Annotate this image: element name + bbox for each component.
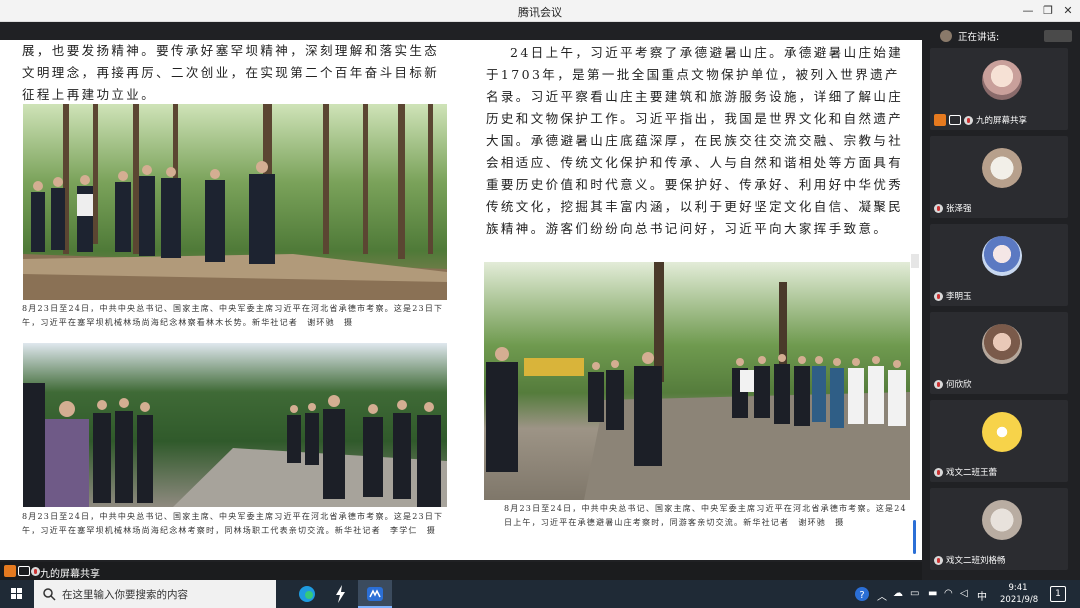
mic-icon xyxy=(934,203,943,213)
title-bar: 腾讯会议 — ❐ ✕ xyxy=(0,0,1080,22)
caption-photo-1: 8月23日至24日，中共中央总书记、国家主席、中央军委主席习近平在河北省承德市考… xyxy=(22,304,444,327)
participant-name: 张泽强 xyxy=(946,204,972,214)
caption-photo-2: 8月23日至24日，中共中央总书记、国家主席、中央军委主席习近平在河北省承德市考… xyxy=(22,512,444,535)
participant-tile[interactable]: 戏文二班王蕾 xyxy=(930,400,1068,482)
mic-icon xyxy=(964,115,973,125)
mic-icon xyxy=(934,555,943,565)
shared-screen-area: 展，也要发扬精神。要传承好塞罕坝精神，深刻理解和落实生态文明理念，再接再厉、二次… xyxy=(0,22,922,562)
svg-text:?: ? xyxy=(859,590,864,601)
speaker-avatar-icon xyxy=(940,30,952,42)
portrait-avatar-icon xyxy=(982,324,1022,364)
participant-name: 何欣欣 xyxy=(946,380,972,390)
shared-document: 展，也要发扬精神。要传承好塞罕坝精神，深刻理解和落实生态文明理念，再接再厉、二次… xyxy=(0,40,922,560)
scrollbar-thumb[interactable] xyxy=(913,520,916,554)
cloud-icon[interactable]: ☁ xyxy=(893,588,903,599)
photo-summer-resort xyxy=(484,262,910,500)
restore-button[interactable]: ❐ xyxy=(1038,2,1058,20)
caption-photo-3: 8月23日至24日，中共中央总书记、国家主席、中央军委主席习近平在河北省承德市考… xyxy=(504,504,907,527)
right-body-text: 24日上午，习近平考察了承德避暑山庄。承德避暑山庄始建于1703年，是第一批全国… xyxy=(486,45,904,236)
tencent-meeting-window: 腾讯会议 — ❐ ✕ 展，也要发扬精神。要传承好塞罕坝精神，深刻理解和落实生态文… xyxy=(0,0,1080,608)
minimize-button[interactable]: — xyxy=(1018,2,1038,20)
start-button[interactable] xyxy=(0,580,34,608)
help-icon[interactable]: ? xyxy=(854,586,870,605)
monitor-icon xyxy=(18,566,30,576)
cat-avatar-icon xyxy=(982,500,1022,540)
share-indicator-bar: 九的屏幕共享 xyxy=(0,562,922,580)
close-button[interactable]: ✕ xyxy=(1058,2,1078,20)
participant-tile[interactable]: 张泽强 xyxy=(930,136,1068,218)
participant-name: 戏文二班王蕾 xyxy=(946,468,998,478)
mic-icon xyxy=(934,467,943,477)
anime-avatar-icon xyxy=(982,236,1022,276)
participant-name: 戏文二班刘格畅 xyxy=(946,556,1006,566)
clock-time: 9:41 xyxy=(1008,583,1028,593)
search-placeholder: 在这里输入你要搜索的内容 xyxy=(62,589,188,601)
photo-forest-staff xyxy=(23,343,447,507)
search-icon xyxy=(43,588,56,601)
left-intro-text: 展，也要发扬精神。要传承好塞罕坝精神，深刻理解和落实生态文明理念，再接再厉、二次… xyxy=(22,43,440,102)
chevron-up-icon[interactable]: ︿ xyxy=(877,588,887,603)
volume-icon[interactable]: ◁ xyxy=(960,588,968,599)
edge-browser-icon[interactable] xyxy=(290,580,324,608)
mic-icon xyxy=(934,291,943,301)
participant-panel: 正在讲话: 九的屏幕共享 张泽强 李明玉 何欣欣 戏文二班王蕾 戏文二班刘格畅 xyxy=(922,22,1080,580)
clock-date: 2021/9/8 xyxy=(1000,595,1039,605)
photo-forest-inspection xyxy=(23,104,447,300)
speaking-indicator: 正在讲话: xyxy=(930,26,1072,46)
participant-tile[interactable]: 九的屏幕共享 xyxy=(930,48,1068,130)
taskbar-search-box[interactable]: 在这里输入你要搜索的内容 xyxy=(34,580,276,608)
cartoon-avatar-icon xyxy=(982,412,1022,452)
windows-taskbar: 在这里输入你要搜索的内容 ? ︿ ☁ ▭ ▬ ◠ ◁ 中 9:41 2021/9… xyxy=(0,580,1080,608)
dog-avatar-icon xyxy=(982,148,1022,188)
speaker-names-blurred xyxy=(1044,30,1072,42)
participant-tile[interactable]: 李明玉 xyxy=(930,224,1068,306)
windows-logo-icon xyxy=(11,588,22,599)
participant-tile[interactable]: 何欣欣 xyxy=(930,312,1068,394)
notification-center-icon[interactable]: 1 xyxy=(1050,586,1066,602)
wifi-icon[interactable]: ◠ xyxy=(944,588,953,599)
ime-indicator[interactable]: 中 xyxy=(977,588,987,603)
participant-name: 九的屏幕共享 xyxy=(976,116,1028,126)
anime-girl-avatar-icon xyxy=(982,60,1022,100)
speaking-label: 正在讲话: xyxy=(958,32,1000,43)
taskbar-clock[interactable]: 9:41 2021/9/8 xyxy=(1000,582,1039,606)
window-title: 腾讯会议 xyxy=(518,6,562,19)
scroll-marker xyxy=(911,254,919,268)
monitor-icon xyxy=(949,115,961,125)
screen-share-icon xyxy=(4,565,16,577)
mic-icon xyxy=(31,567,40,576)
app-tray-icon[interactable]: ▭ xyxy=(910,588,919,599)
participant-name: 李明玉 xyxy=(946,292,972,302)
sharer-name: 九的屏幕共享 xyxy=(40,569,100,580)
screen-share-icon xyxy=(934,114,946,126)
tencent-meeting-taskbar-icon[interactable] xyxy=(358,580,392,608)
battery-icon[interactable]: ▬ xyxy=(928,588,937,599)
app-lightning-icon[interactable] xyxy=(324,580,358,608)
participant-tile[interactable]: 戏文二班刘格畅 xyxy=(930,488,1068,570)
mic-icon xyxy=(934,379,943,389)
